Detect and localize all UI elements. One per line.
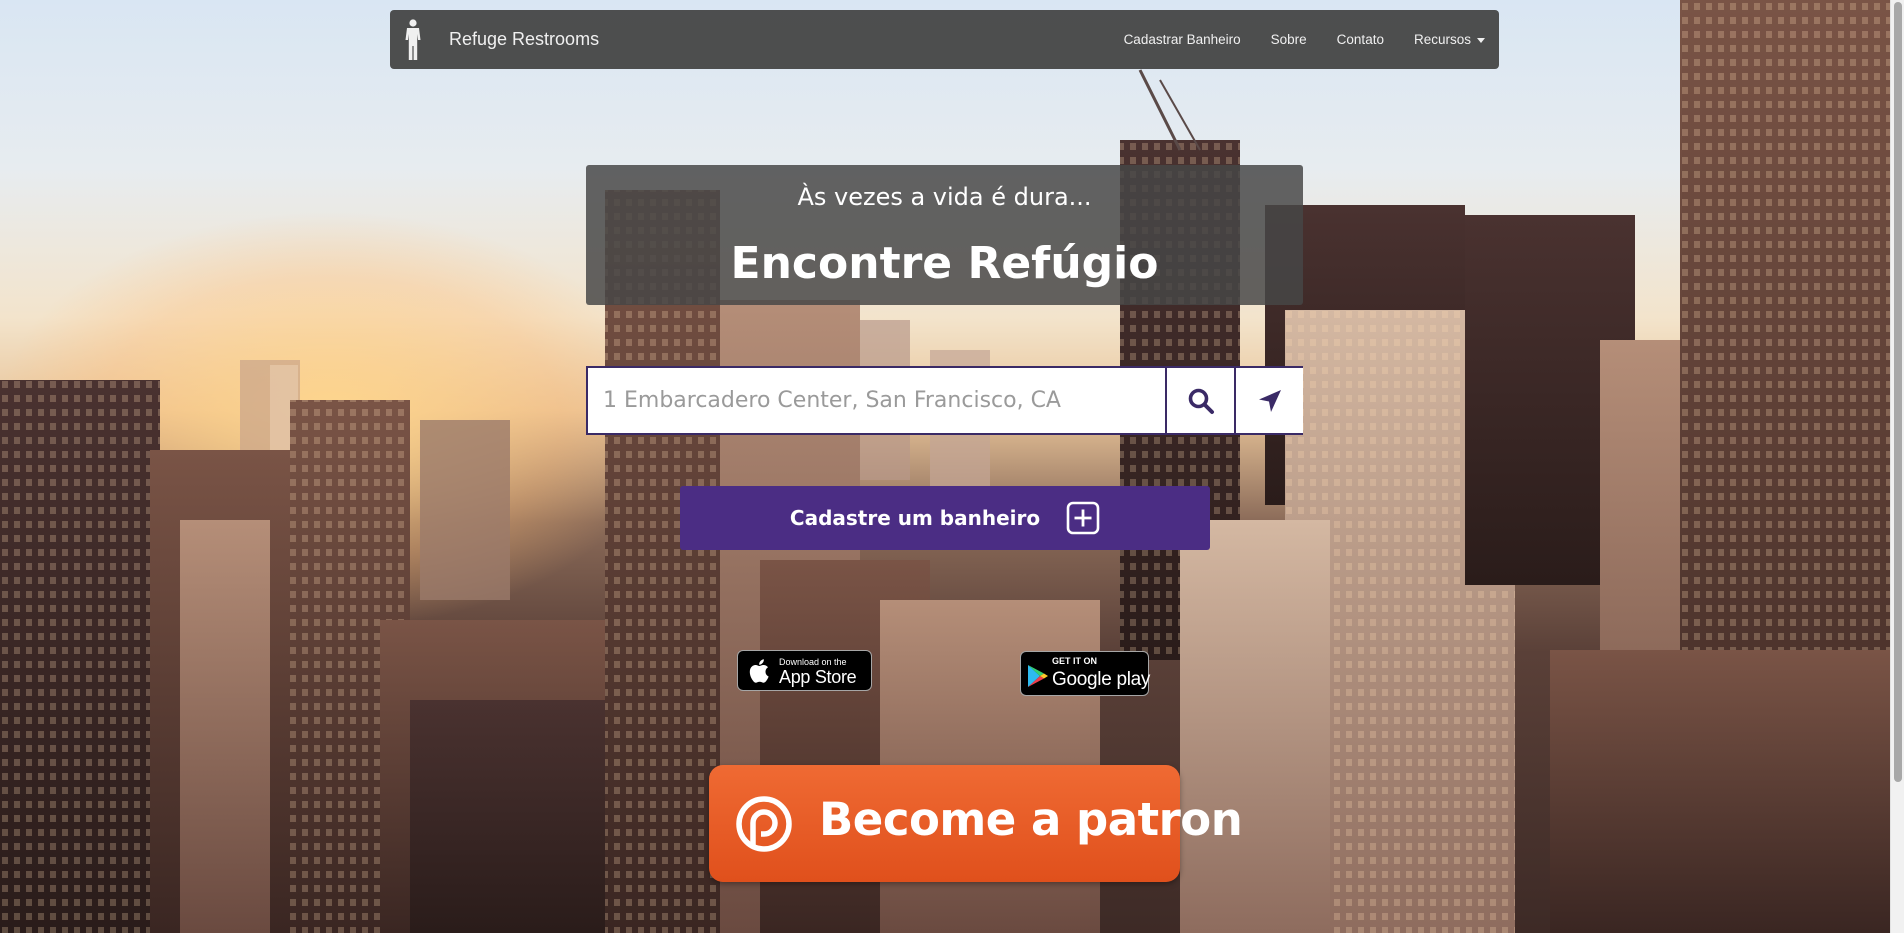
hero-banner: Às vezes a vida é dura... Encontre Refúg… — [586, 165, 1303, 305]
google-play-badge[interactable]: GET IT ON Google play — [1020, 651, 1151, 696]
nav-item-recursos-dropdown[interactable]: Recursos — [1414, 32, 1485, 47]
page: Refuge Restrooms Cadastrar Banheiro Sobr… — [0, 0, 1904, 933]
brand-link[interactable]: Refuge Restrooms — [449, 10, 599, 69]
search-input[interactable] — [588, 368, 1165, 433]
hero-headline: Encontre Refúgio — [730, 238, 1159, 289]
add-restroom-button[interactable]: Cadastre um banheiro — [680, 486, 1210, 550]
search-bar — [586, 366, 1303, 435]
app-store-large-text: App Store — [779, 667, 857, 687]
navbar: Refuge Restrooms Cadastrar Banheiro Sobr… — [390, 10, 1499, 69]
search-button[interactable] — [1165, 368, 1234, 433]
google-play-small-text: GET IT ON — [1052, 656, 1097, 666]
become-patron-label: Become a patron — [819, 793, 1243, 846]
nav-item-contato[interactable]: Contato — [1337, 32, 1384, 47]
app-store-small-text: Download on the — [779, 657, 847, 667]
add-restroom-label: Cadastre um banheiro — [789, 506, 1041, 530]
restroom-person-icon[interactable] — [402, 19, 424, 61]
apple-logo-icon — [749, 659, 769, 683]
page-scrollbar[interactable] — [1890, 0, 1904, 933]
nav-menu: Cadastrar Banheiro Sobre Contato Recurso… — [1094, 10, 1485, 69]
google-play-large-text: Google play — [1052, 669, 1151, 690]
caret-down-icon — [1477, 37, 1485, 43]
nav-item-sobre[interactable]: Sobre — [1271, 32, 1307, 47]
nav-item-cadastrar-banheiro[interactable]: Cadastrar Banheiro — [1124, 32, 1241, 47]
nav-item-recursos-label: Recursos — [1413, 32, 1471, 47]
google-play-logo-icon — [1028, 665, 1048, 687]
plus-square-icon — [1066, 501, 1100, 535]
patreon-logo-icon — [736, 796, 792, 852]
search-icon — [1188, 388, 1214, 414]
locate-me-button[interactable] — [1234, 368, 1303, 433]
become-patron-button[interactable]: Become a patron — [709, 765, 1243, 882]
location-arrow-icon — [1258, 389, 1281, 412]
app-store-badge[interactable]: Download on the App Store — [737, 650, 872, 691]
scrollbar-thumb[interactable] — [1894, 2, 1902, 782]
hero-tagline: Às vezes a vida é dura... — [797, 183, 1092, 211]
